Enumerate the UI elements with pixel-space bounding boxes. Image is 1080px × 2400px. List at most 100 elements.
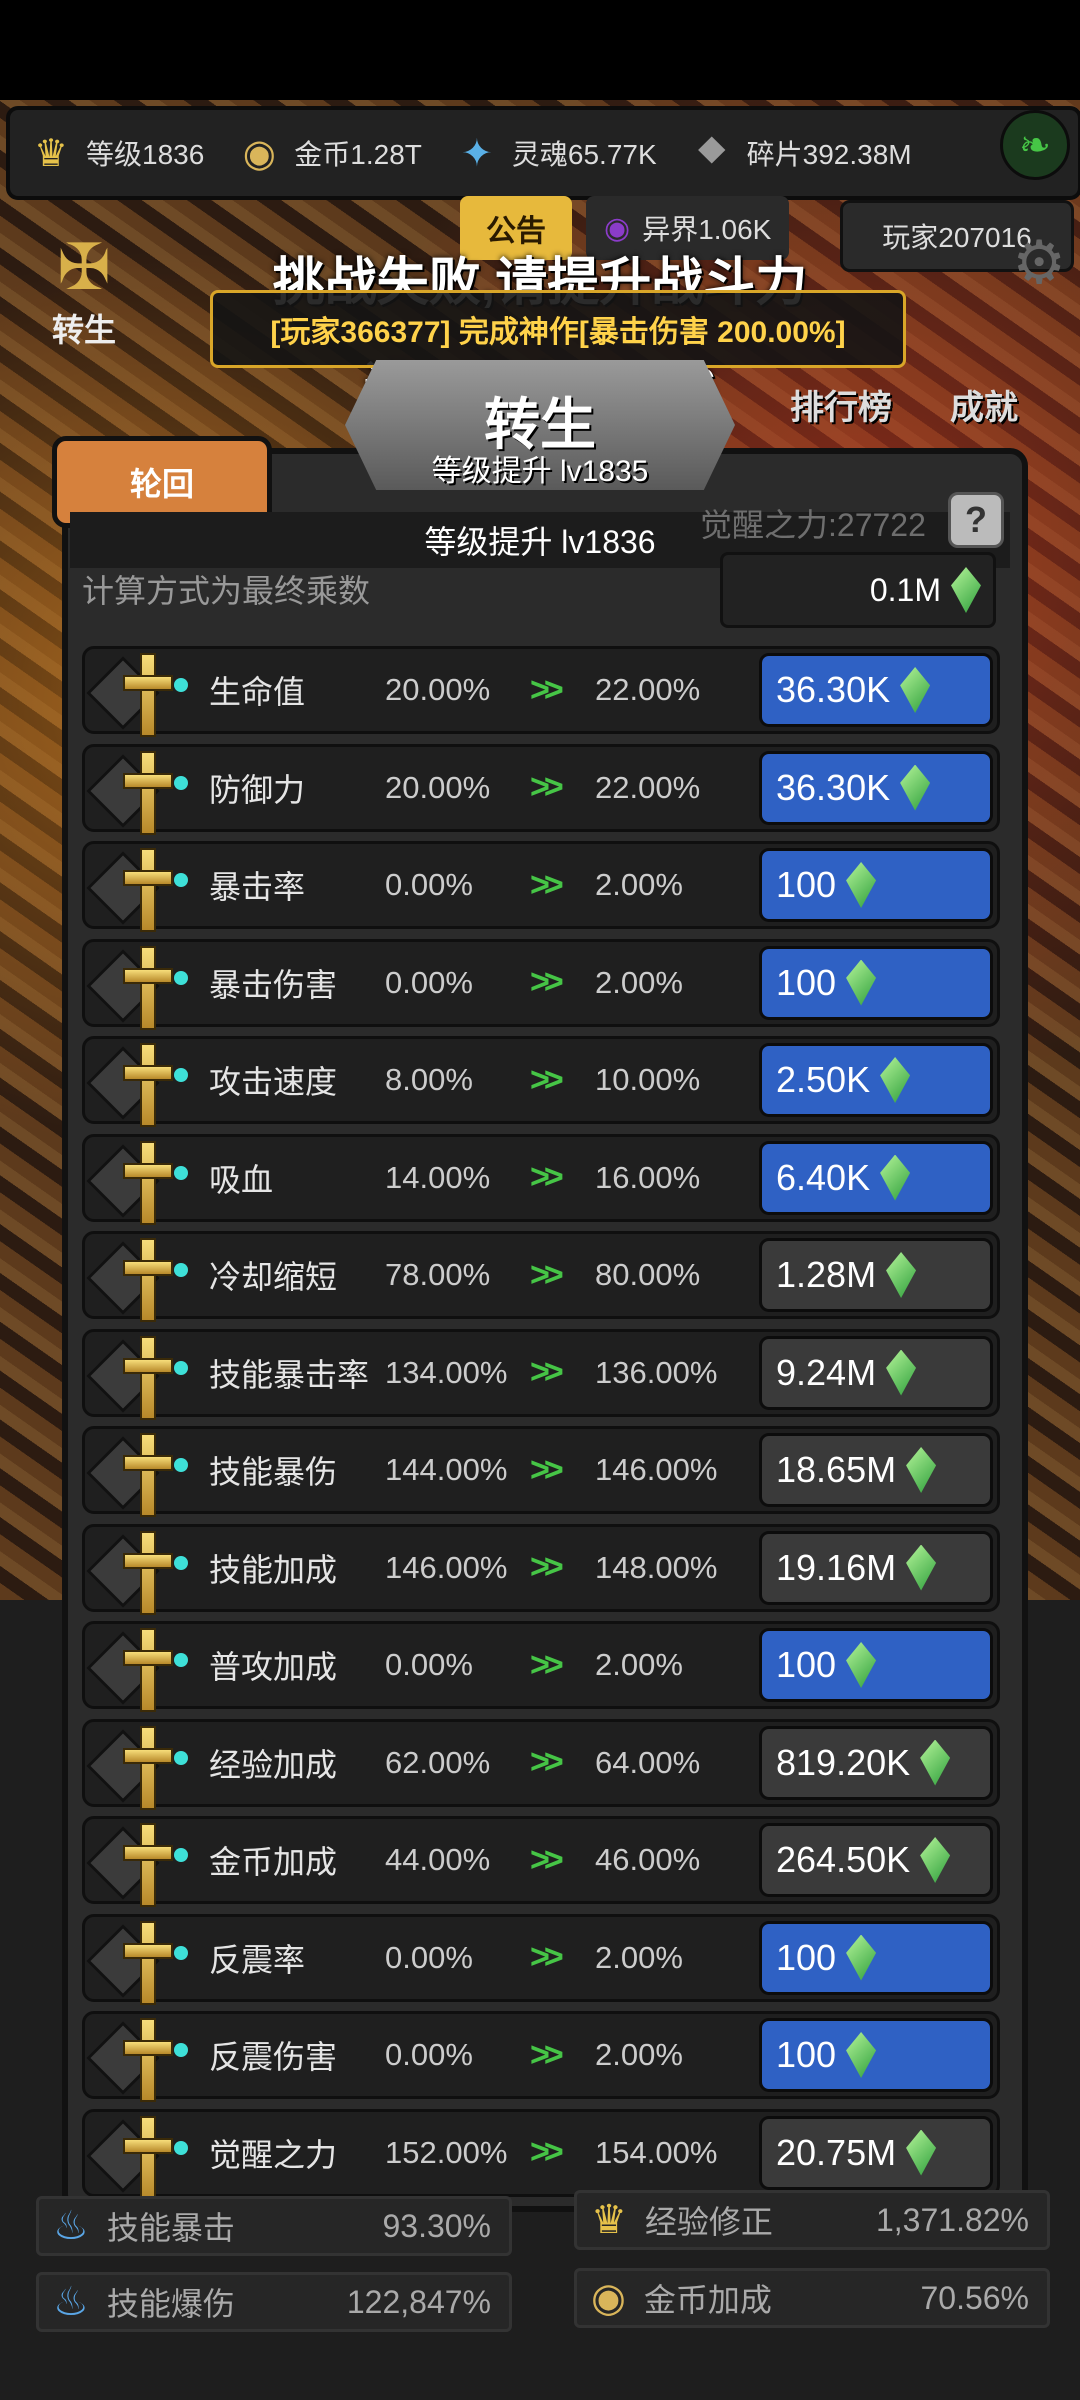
upgrade-next-value: 136.00% bbox=[595, 1354, 718, 1390]
holy-cross-icon bbox=[121, 1039, 188, 1129]
stat-value: 1,371.82% bbox=[875, 2201, 1029, 2238]
crown-icon: ♛ bbox=[591, 2198, 627, 2242]
upgrade-row: 技能暴伤 144.00% >> 146.00% 18.65M bbox=[82, 1426, 1000, 1517]
upgrade-name: 反震伤害 bbox=[209, 2039, 338, 2075]
upgrade-next-value: 2.00% bbox=[595, 2037, 683, 2072]
achievements-button[interactable]: 成就 bbox=[950, 380, 1018, 429]
upgrade-cost: 9.24M bbox=[776, 1351, 877, 1393]
stat-label: 金币加成 bbox=[643, 2282, 772, 2318]
double-arrow-icon: >> bbox=[530, 1353, 564, 1391]
stat-value: 93.30% bbox=[382, 2207, 491, 2244]
double-arrow-icon: >> bbox=[530, 1548, 564, 1586]
upgrade-next-value: 2.00% bbox=[595, 1939, 683, 1975]
crystal-icon bbox=[906, 1447, 937, 1493]
upgrade-row: 金币加成 44.00% >> 46.00% 264.50K bbox=[82, 1816, 1000, 1907]
upgrade-current-value: 14.00% bbox=[385, 1159, 491, 1195]
upgrade-name: 经验加成 bbox=[209, 1746, 338, 1783]
resource-soul: ✦ 灵魂65.77K bbox=[436, 110, 657, 196]
upgrade-cost: 20.75M bbox=[776, 2131, 897, 2173]
upgrade-current-value: 20.00% bbox=[385, 672, 491, 707]
upgrade-cost: 100 bbox=[776, 1644, 837, 1685]
upgrade-current-value: 62.00% bbox=[385, 1744, 491, 1780]
multiplier-value: 0.1M bbox=[869, 571, 941, 608]
upgrade-next-value: 2.00% bbox=[595, 964, 683, 1000]
upgrade-button[interactable]: 2.50K bbox=[759, 1043, 993, 1117]
upgrade-button[interactable]: 100 bbox=[759, 1628, 993, 1702]
upgrade-button[interactable]: 819.20K bbox=[759, 1725, 993, 1800]
awaken-power-total: 觉醒之力:27722 bbox=[700, 507, 926, 543]
upgrade-row: 经验加成 62.00% >> 64.00% 819.20K bbox=[82, 1718, 1000, 1810]
upgrade-current-value: 144.00% bbox=[385, 1452, 508, 1487]
upgrade-name: 冷却缩短 bbox=[209, 1259, 338, 1295]
upgrade-current-value: 0.00% bbox=[385, 2037, 473, 2072]
crystal-icon bbox=[951, 567, 981, 613]
upgrade-current-value: 0.00% bbox=[385, 964, 473, 1000]
upgrade-next-value: 10.00% bbox=[595, 1062, 701, 1097]
upgrade-name: 金币加成 bbox=[209, 1844, 338, 1880]
upgrade-button[interactable]: 100 bbox=[759, 848, 993, 922]
upgrade-button[interactable]: 9.24M bbox=[759, 1335, 993, 1410]
double-arrow-icon: >> bbox=[530, 2035, 564, 2074]
upgrade-row: 技能暴击率 134.00% >> 136.00% 9.24M bbox=[82, 1328, 1000, 1420]
upgrade-button[interactable]: 20.75M bbox=[759, 2115, 993, 2190]
holy-cross-icon bbox=[121, 1527, 188, 1617]
crown-icon: ♛ bbox=[33, 132, 69, 175]
multiplier-field[interactable]: 0.1M bbox=[720, 552, 996, 628]
holy-cross-icon bbox=[121, 1624, 188, 1714]
upgrade-cost: 819.20K bbox=[776, 1741, 911, 1783]
upgrade-button[interactable]: 19.16M bbox=[759, 1530, 993, 1605]
upgrade-current-value: 44.00% bbox=[385, 1842, 491, 1877]
double-arrow-icon: >> bbox=[530, 1450, 564, 1489]
upgrade-next-value: 154.00% bbox=[595, 2134, 718, 2170]
crystal-icon bbox=[880, 1057, 911, 1103]
upgrade-current-value: 78.00% bbox=[385, 1257, 491, 1292]
crystal-icon bbox=[906, 1544, 937, 1591]
upgrade-row: 暴击伤害 0.00% >> 2.00% 100 bbox=[82, 938, 1000, 1030]
leaf-icon[interactable]: ❧ bbox=[1000, 110, 1070, 180]
upgrade-cost: 100 bbox=[776, 864, 837, 905]
double-arrow-icon: >> bbox=[530, 1158, 564, 1196]
holy-cross-icon bbox=[121, 844, 188, 934]
upgrade-cost: 100 bbox=[776, 2034, 837, 2075]
upgrade-row: 暴击率 0.00% >> 2.00% 100 bbox=[82, 841, 1000, 932]
double-arrow-icon: >> bbox=[530, 1938, 564, 1976]
ranking-button[interactable]: 排行榜 bbox=[790, 380, 892, 429]
soul-icon: ✦ bbox=[460, 132, 493, 175]
double-arrow-icon: >> bbox=[530, 1255, 564, 1294]
upgrade-cost: 100 bbox=[776, 1936, 837, 1978]
crystal-icon bbox=[906, 2129, 937, 2176]
upgrade-button[interactable]: 264.50K bbox=[759, 1823, 993, 1897]
upgrade-name: 觉醒之力 bbox=[209, 2136, 338, 2173]
resource-bar: ♛ 等级1836 ◉ 金币1.28T ✦ 灵魂65.77K ⯁ 碎片392.38… bbox=[6, 106, 1080, 200]
upgrade-name: 暴击伤害 bbox=[209, 966, 338, 1003]
upgrade-button[interactable]: 100 bbox=[759, 2018, 993, 2092]
resource-soul-label: 灵魂65.77K bbox=[511, 139, 657, 170]
upgrade-name: 技能暴伤 bbox=[209, 1454, 338, 1490]
stat-label: 经验修正 bbox=[644, 2204, 773, 2240]
crystal-icon bbox=[846, 1934, 877, 1981]
upgrade-name: 防御力 bbox=[209, 771, 306, 808]
upgrade-current-value: 0.00% bbox=[385, 1647, 473, 1682]
resource-level: ♛ 等级1836 bbox=[10, 110, 204, 196]
upgrade-button[interactable]: 36.30K bbox=[759, 750, 993, 825]
upgrade-button[interactable]: 1.28M bbox=[759, 1238, 993, 1312]
upgrade-button[interactable]: 100 bbox=[759, 1920, 993, 1995]
holy-cross-icon bbox=[121, 2014, 188, 2104]
double-arrow-icon: >> bbox=[530, 865, 564, 904]
upgrade-button[interactable]: 18.65M bbox=[759, 1433, 993, 1507]
upgrade-next-value: 64.00% bbox=[595, 1744, 701, 1780]
upgrade-row: 觉醒之力 152.00% >> 154.00% 20.75M bbox=[82, 2108, 1000, 2200]
help-button[interactable]: ? bbox=[948, 492, 1004, 548]
stat-exp-modifier: ♛ 经验修正 1,371.82% bbox=[574, 2190, 1050, 2250]
double-arrow-icon: >> bbox=[530, 1645, 564, 1684]
coin-icon: ◉ bbox=[242, 132, 276, 175]
holy-cross-icon bbox=[121, 747, 188, 837]
upgrade-button[interactable]: 36.30K bbox=[759, 653, 993, 727]
upgrade-row: 普攻加成 0.00% >> 2.00% 100 bbox=[82, 1621, 1000, 1712]
holy-cross-icon bbox=[121, 649, 188, 739]
stat-label: 技能暴击 bbox=[106, 2210, 235, 2246]
upgrade-button[interactable]: 6.40K bbox=[759, 1140, 993, 1215]
crystal-icon bbox=[900, 667, 931, 713]
upgrade-next-value: 148.00% bbox=[595, 1549, 718, 1585]
upgrade-button[interactable]: 100 bbox=[759, 945, 993, 1020]
